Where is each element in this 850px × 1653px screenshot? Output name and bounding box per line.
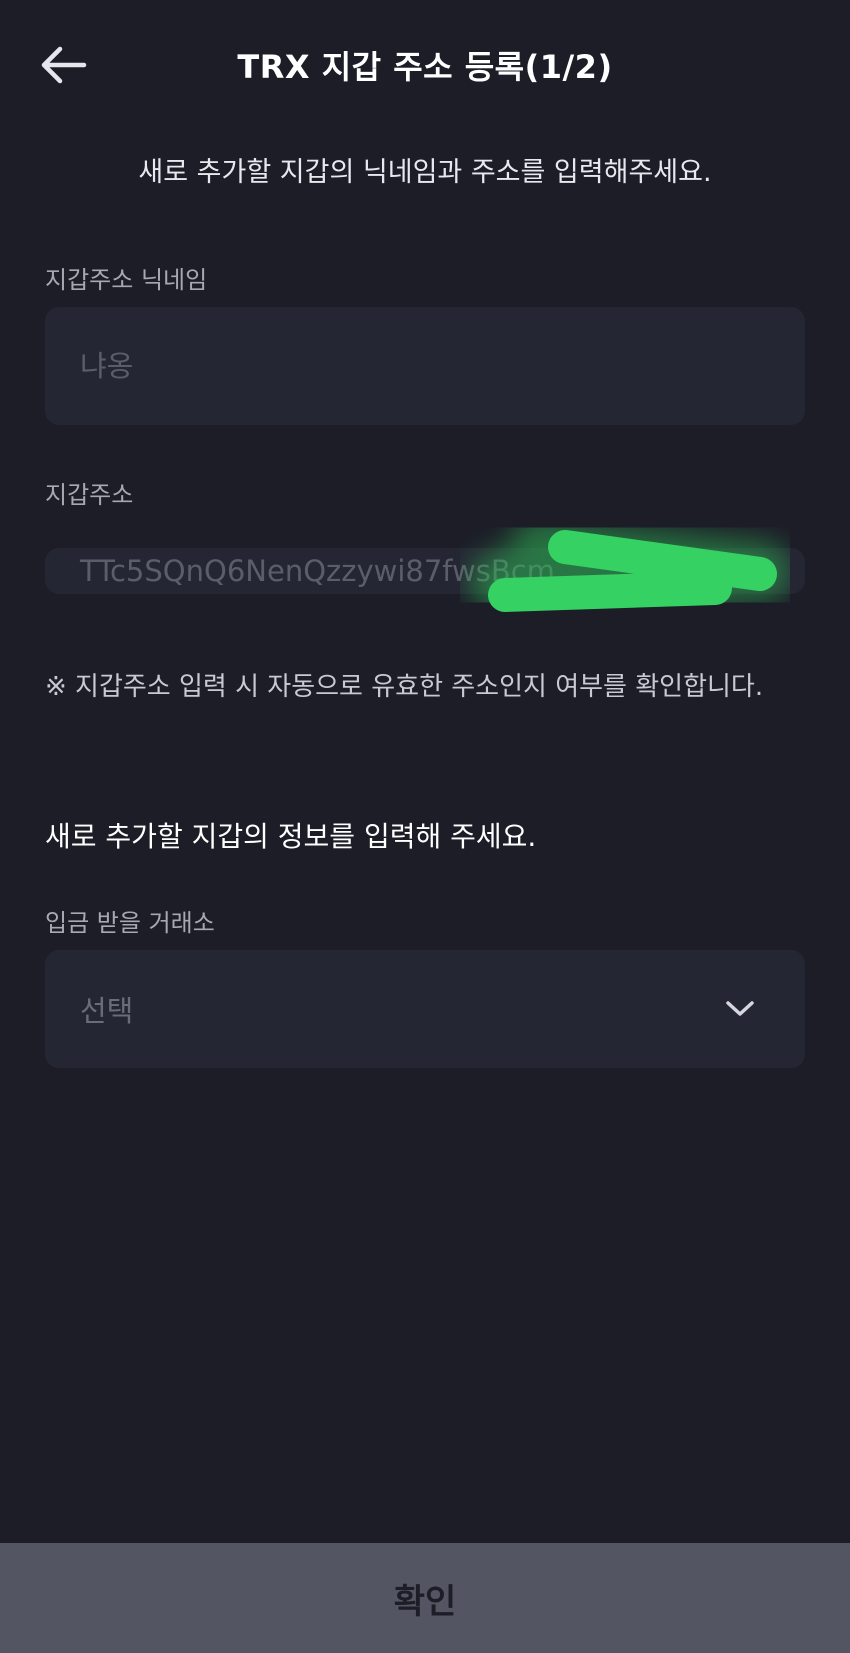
chevron-down-icon xyxy=(726,1001,754,1016)
nickname-label: 지갑주소 닉네임 xyxy=(45,266,208,294)
nickname-field[interactable] xyxy=(45,307,805,425)
address-label: 지갑주소 xyxy=(45,481,134,509)
intro-text: 새로 추가할 지갑의 닉네임과 주소를 입력해주세요. xyxy=(138,157,712,188)
section-title: 새로 추가할 지갑의 정보를 입력해 주세요. xyxy=(45,820,537,853)
address-validation-note: ※ 지갑주소 입력 시 자동으로 유효한 주소인지 여부를 확인합니다. xyxy=(45,672,764,702)
page-title: TRX 지갑 주소 등록(1/2) xyxy=(237,48,613,86)
address-field[interactable]: TTc5SQnQ6NenQzzywi87fwsBcm xyxy=(45,548,805,594)
exchange-select[interactable]: 선택 xyxy=(45,950,805,1068)
exchange-selected-value: 선택 xyxy=(80,994,134,1028)
nickname-input[interactable] xyxy=(80,349,805,383)
confirm-button[interactable]: 확인 xyxy=(0,1543,850,1653)
address-value: TTc5SQnQ6NenQzzywi87fwsBcm xyxy=(80,554,555,588)
header-bar: TRX 지갑 주소 등록(1/2) xyxy=(0,0,850,130)
exchange-label: 입금 받을 거래소 xyxy=(45,909,215,937)
